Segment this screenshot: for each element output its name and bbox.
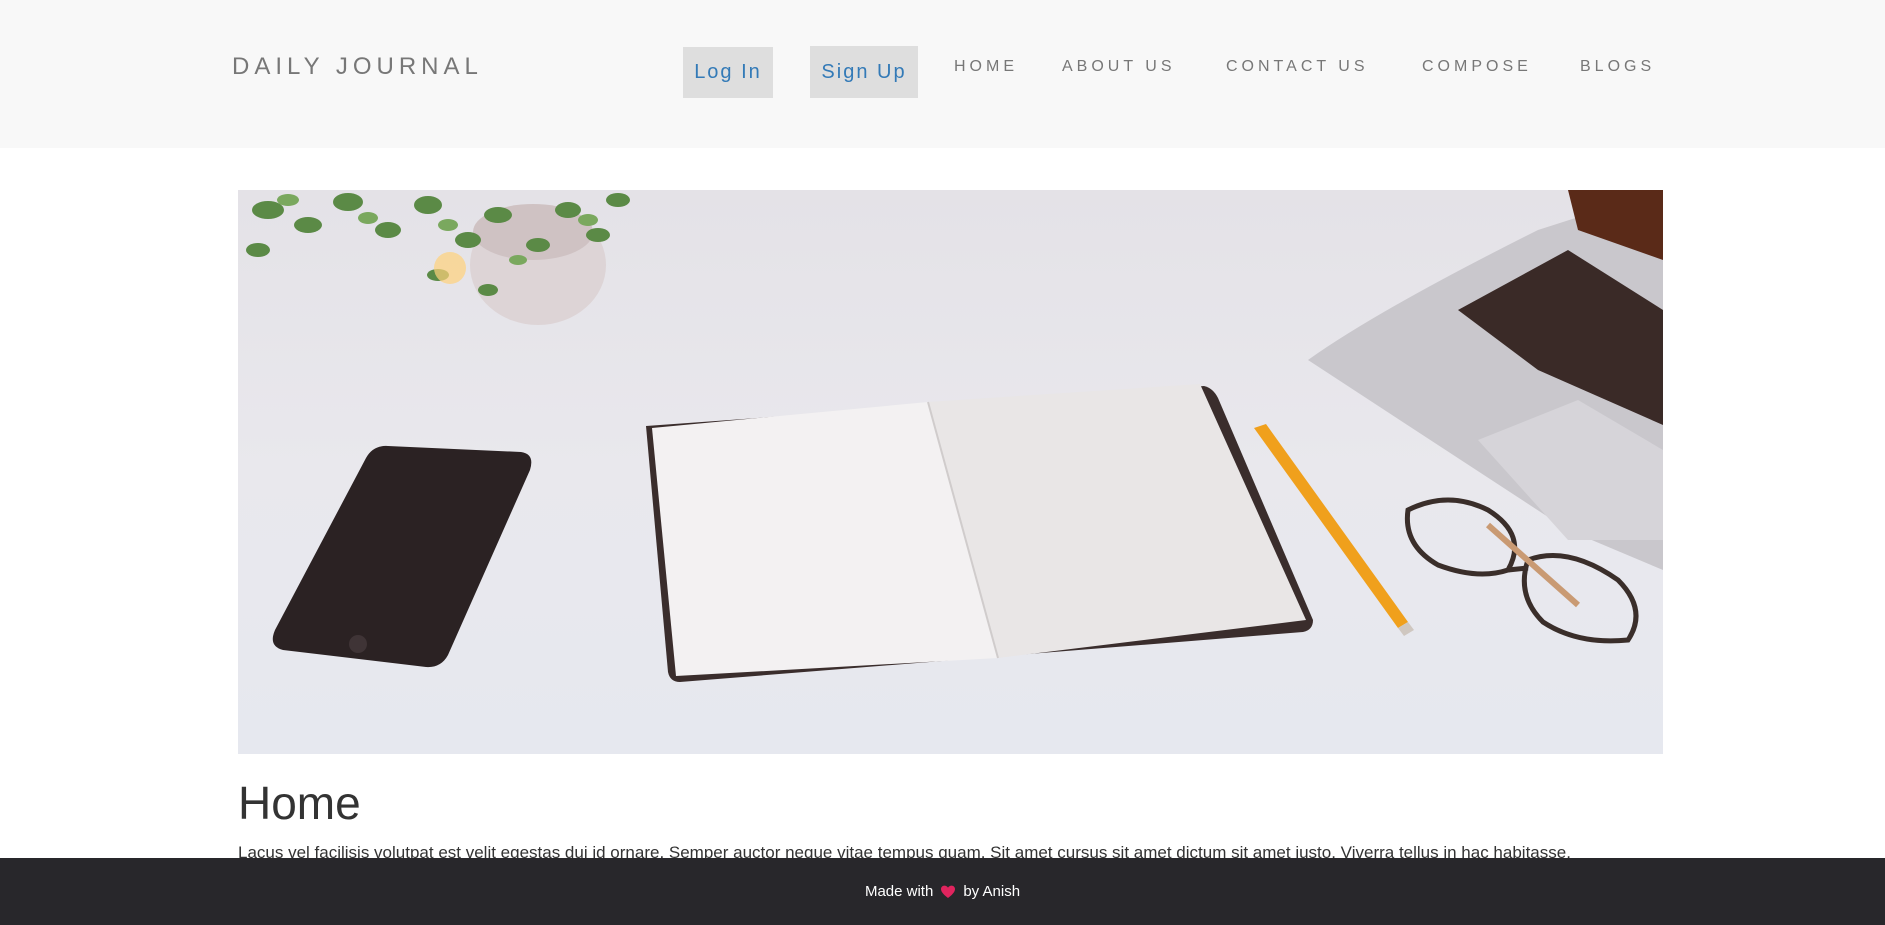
plant-illustration <box>246 193 630 325</box>
login-button[interactable]: Log In <box>683 47 773 98</box>
brand-logo[interactable]: DAILY JOURNAL <box>232 53 483 81</box>
hero-image <box>238 190 1663 754</box>
nav-about-us[interactable]: ABOUT US <box>1062 58 1176 76</box>
page-title: Home <box>238 777 361 829</box>
heart-icon <box>940 884 956 900</box>
phone-illustration <box>272 445 532 668</box>
nav-blogs[interactable]: BLOGS <box>1580 58 1655 76</box>
laptop-illustration <box>1308 190 1663 570</box>
footer-author: by Anish <box>963 883 1021 900</box>
footer-made-with: Made with <box>864 883 934 900</box>
notebook-illustration <box>646 384 1313 682</box>
nav-contact-us[interactable]: CONTACT US <box>1226 58 1369 76</box>
nav-home[interactable]: HOME <box>954 58 1018 76</box>
signup-button[interactable]: Sign Up <box>810 46 918 98</box>
navbar: DAILY JOURNAL Log In Sign Up HOME ABOUT … <box>0 0 1885 148</box>
footer: Made with by Anish <box>0 858 1885 925</box>
nav-compose[interactable]: COMPOSE <box>1422 58 1532 76</box>
